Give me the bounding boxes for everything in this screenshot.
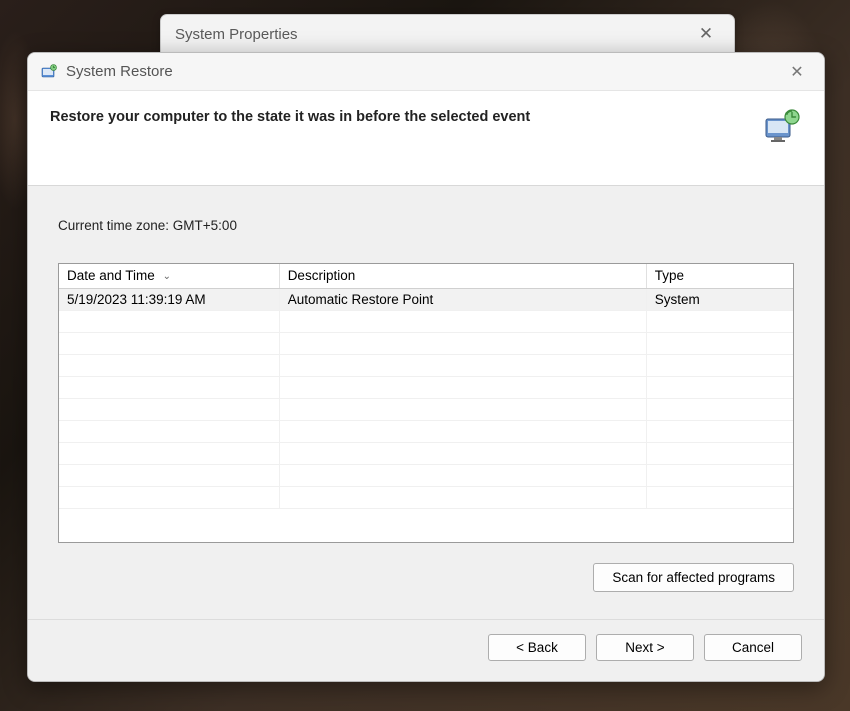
cell-type: System: [646, 288, 793, 310]
parent-window-title: System Properties: [175, 26, 692, 43]
page-title: Restore your computer to the state it wa…: [50, 109, 530, 125]
back-button[interactable]: < Back: [488, 634, 586, 661]
next-button[interactable]: Next >: [596, 634, 694, 661]
column-header-type-label: Type: [655, 268, 684, 283]
header-section: Restore your computer to the state it wa…: [28, 91, 824, 186]
cell-date: 5/19/2023 11:39:19 AM: [59, 288, 279, 310]
window-title: System Restore: [66, 63, 782, 80]
restore-wizard-icon: [762, 109, 802, 145]
table-row: .: [59, 420, 793, 442]
table-row: .: [59, 354, 793, 376]
table-row: .: [59, 376, 793, 398]
table-row: .: [59, 442, 793, 464]
sort-desc-icon: ⌄: [163, 271, 171, 282]
column-header-description[interactable]: Description: [279, 264, 646, 288]
parent-close-icon[interactable]: ✕: [692, 24, 720, 44]
restore-points-table: Date and Time ⌄ Description Type 5/19/20…: [58, 263, 794, 543]
system-restore-icon: [40, 63, 58, 81]
footer-section: < Back Next > Cancel: [28, 619, 824, 681]
column-header-date[interactable]: Date and Time ⌄: [59, 264, 279, 288]
scan-affected-programs-button[interactable]: Scan for affected programs: [593, 563, 794, 592]
cancel-button[interactable]: Cancel: [704, 634, 802, 661]
table-row: .: [59, 464, 793, 486]
table-row[interactable]: 5/19/2023 11:39:19 AM Automatic Restore …: [59, 288, 793, 310]
titlebar: System Restore ✕: [28, 53, 824, 91]
table-row: .: [59, 310, 793, 332]
table-row: .: [59, 332, 793, 354]
close-icon[interactable]: ✕: [782, 62, 812, 82]
timezone-label: Current time zone: GMT+5:00: [58, 218, 794, 233]
column-header-description-label: Description: [288, 268, 356, 283]
system-restore-window: System Restore ✕ Restore your computer t…: [27, 52, 825, 682]
body-section: Current time zone: GMT+5:00 Date and Tim…: [28, 186, 824, 619]
table-row: .: [59, 486, 793, 508]
parent-window-titlebar: System Properties ✕: [160, 14, 735, 54]
table-row: .: [59, 398, 793, 420]
cell-description: Automatic Restore Point: [279, 288, 646, 310]
column-header-date-label: Date and Time: [67, 268, 155, 283]
column-header-type[interactable]: Type: [646, 264, 793, 288]
